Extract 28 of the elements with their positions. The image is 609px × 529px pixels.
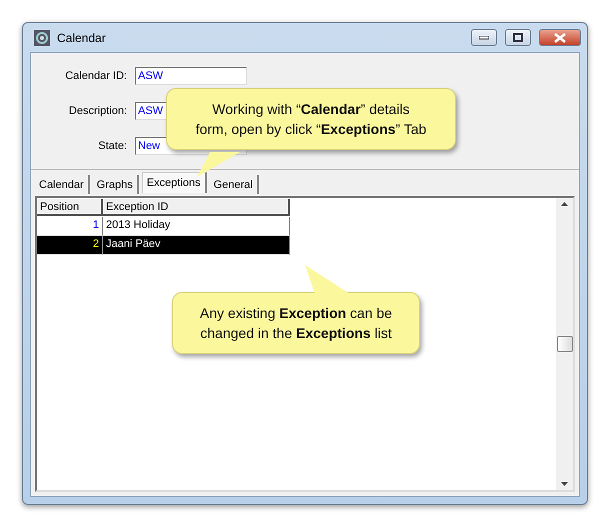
tab[interactable]: Calendar — [35, 175, 90, 194]
field-label: Calendar ID: — [64, 70, 127, 82]
scroll-thumb[interactable] — [556, 336, 572, 352]
close-icon — [554, 32, 566, 42]
scroll-down-icon[interactable] — [561, 482, 568, 486]
calendar-app-icon — [33, 28, 51, 46]
minimize-icon — [479, 36, 489, 40]
scroll-up-icon[interactable] — [561, 202, 568, 206]
close-button[interactable] — [539, 29, 581, 46]
minimize-button[interactable] — [471, 29, 497, 46]
field-label: State: — [97, 140, 127, 152]
tab[interactable]: General — [210, 175, 259, 194]
callout-pointer — [197, 152, 240, 177]
maximize-button[interactable] — [505, 29, 531, 46]
field-label: Description: — [68, 105, 127, 117]
callout-pointer — [305, 265, 350, 294]
column-header[interactable]: Position — [37, 199, 103, 216]
table-cell: 2 — [37, 236, 103, 255]
table-cell: Jaani Päev — [103, 236, 290, 255]
callout-tooltip: Working with “Calendar” details form, open by click “Exceptions” Tab — [166, 88, 456, 150]
tab[interactable]: Exceptions — [142, 172, 207, 193]
scrollbar[interactable] — [556, 198, 573, 490]
maximize-icon — [513, 33, 523, 42]
column-header[interactable]: Exception ID — [103, 199, 290, 216]
window-title: Calendar — [57, 30, 107, 44]
tab[interactable]: Graphs — [92, 175, 139, 194]
text-field[interactable]: ASW — [135, 67, 247, 85]
table-row[interactable]: 2 Jaani Päev — [37, 236, 556, 255]
